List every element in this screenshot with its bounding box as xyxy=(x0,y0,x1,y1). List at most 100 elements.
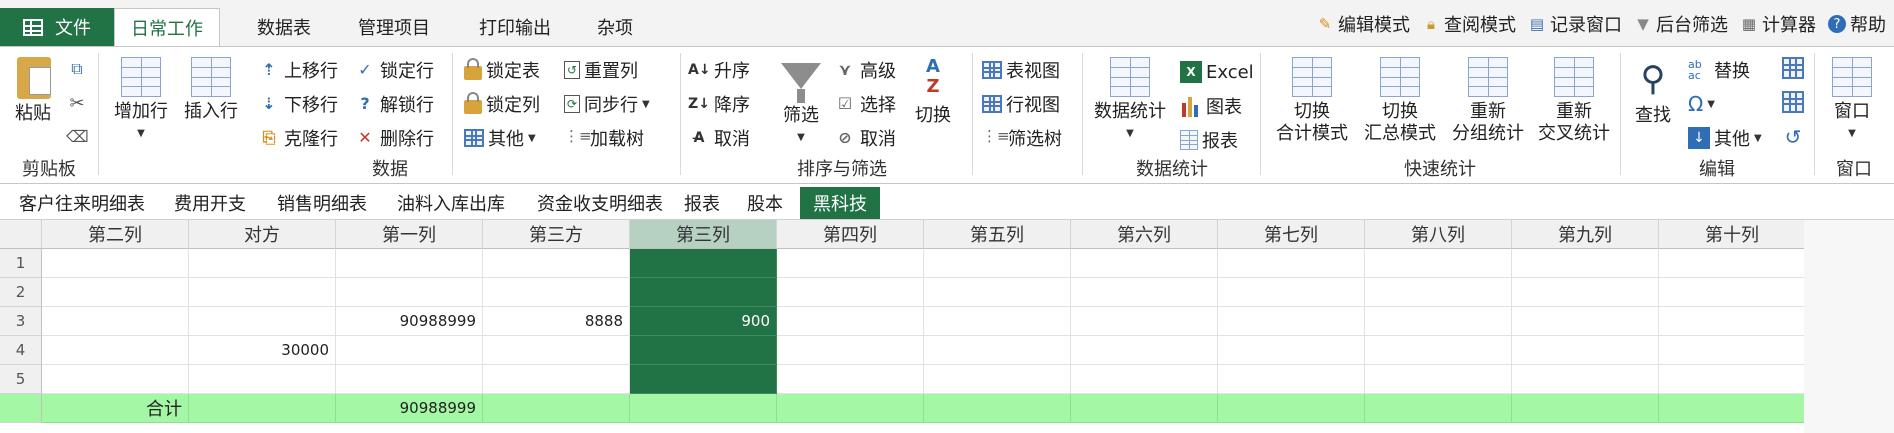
table-cell[interactable] xyxy=(1218,307,1365,336)
sheet-tab-fuel-inout[interactable]: 油料入库出库 xyxy=(384,187,518,219)
table-cell[interactable] xyxy=(1071,249,1218,278)
table-cell[interactable] xyxy=(189,278,336,307)
table-cell[interactable] xyxy=(42,365,189,394)
copy-icon[interactable]: ⧉ xyxy=(66,59,88,81)
table-cell[interactable] xyxy=(189,249,336,278)
unlock-row-button[interactable]: ? 解锁行 xyxy=(354,89,434,119)
table-cell[interactable] xyxy=(1512,336,1659,365)
sort-ascending-button[interactable]: A↓ 升序 xyxy=(688,55,750,85)
regroup-statistics-button[interactable]: 重新 分组统计 xyxy=(1446,57,1530,145)
table-cell[interactable] xyxy=(1659,365,1806,394)
table-cell[interactable] xyxy=(1071,278,1218,307)
sheet-tab-cashflow-detail[interactable]: 资金收支明细表 xyxy=(522,187,678,219)
table-cell[interactable] xyxy=(1218,336,1365,365)
background-filter-button[interactable]: ▼ 后台筛选 xyxy=(1634,11,1728,37)
table-cell[interactable] xyxy=(1365,249,1512,278)
other-data-button[interactable]: 其他 ▼ xyxy=(464,123,536,153)
sheet-tab-report[interactable]: 报表 xyxy=(680,187,724,219)
sort-descending-button[interactable]: Z↓ 降序 xyxy=(688,89,750,119)
select-filter-button[interactable]: ☑ 选择 xyxy=(834,89,896,119)
table-cell[interactable] xyxy=(189,365,336,394)
switch-filter-button[interactable]: AZ 切换 xyxy=(908,57,958,127)
table-cell[interactable] xyxy=(1218,278,1365,307)
table-cell[interactable] xyxy=(777,249,924,278)
grid-corner[interactable] xyxy=(0,220,42,249)
table-cell[interactable] xyxy=(189,307,336,336)
chart-button[interactable]: 图表 xyxy=(1180,91,1242,121)
table-cell[interactable] xyxy=(336,365,483,394)
table-cell[interactable] xyxy=(777,278,924,307)
table-cell[interactable] xyxy=(42,278,189,307)
sheet-tab-black-tech[interactable]: 黑科技 xyxy=(800,187,880,219)
delete-row-button[interactable]: ✕ 删除行 xyxy=(354,123,434,153)
column-header[interactable]: 第九列 xyxy=(1512,220,1659,249)
row-header[interactable]: 2 xyxy=(0,278,42,307)
column-header[interactable]: 第十列 xyxy=(1659,220,1806,249)
column-header[interactable]: 第三列 xyxy=(630,220,777,249)
table-cell[interactable] xyxy=(1512,307,1659,336)
record-window-button[interactable]: ▤ 记录窗口 xyxy=(1528,11,1622,37)
sheet-tab-sales-detail[interactable]: 销售明细表 xyxy=(264,187,380,219)
table-cell[interactable] xyxy=(336,278,483,307)
table-cell[interactable] xyxy=(483,249,630,278)
symbol-button[interactable]: Ω ▼ xyxy=(1688,89,1715,119)
edit-mode-button[interactable]: ✎ 编辑模式 xyxy=(1316,11,1410,37)
table-cell[interactable]: 30000 xyxy=(189,336,336,365)
table-cell[interactable] xyxy=(42,307,189,336)
table-cell[interactable] xyxy=(1218,249,1365,278)
tab-print-output[interactable]: 打印输出 xyxy=(462,8,568,46)
lock-table-button[interactable]: 锁定表 xyxy=(464,55,540,85)
sheet-tab-customer-ledger[interactable]: 客户往来明细表 xyxy=(4,187,160,219)
read-mode-button[interactable]: 🔒︎ 查阅模式 xyxy=(1422,11,1516,37)
calculator-button[interactable]: ▦ 计算器 xyxy=(1740,11,1816,37)
column-header[interactable]: 第二列 xyxy=(42,220,189,249)
tab-misc[interactable]: 杂项 xyxy=(580,8,650,46)
window-button[interactable]: 窗口 ▼ xyxy=(1822,57,1882,145)
column-header[interactable]: 第一列 xyxy=(336,220,483,249)
column-header[interactable]: 第四列 xyxy=(777,220,924,249)
table-view-button[interactable]: 表视图 xyxy=(982,55,1060,85)
filter-button[interactable]: 筛选 ▼ xyxy=(776,57,826,149)
file-menu-button[interactable]: 文件 xyxy=(0,8,114,46)
table-cell[interactable] xyxy=(777,307,924,336)
table-cell[interactable] xyxy=(1071,336,1218,365)
lock-column-button[interactable]: 锁定列 xyxy=(464,89,540,119)
table-cell[interactable] xyxy=(1659,278,1806,307)
sheet-tab-expenses[interactable]: 费用开支 xyxy=(164,187,256,219)
help-button[interactable]: ? 帮助 xyxy=(1828,11,1886,37)
table-cell[interactable] xyxy=(924,278,1071,307)
table-cell[interactable] xyxy=(336,249,483,278)
table-cell[interactable] xyxy=(483,336,630,365)
refresh-icon[interactable]: ↺ xyxy=(1782,125,1804,149)
grid-icon[interactable] xyxy=(1782,91,1804,113)
column-header[interactable]: 第五列 xyxy=(924,220,1071,249)
table-cell[interactable] xyxy=(1659,307,1806,336)
table-cell[interactable] xyxy=(924,307,1071,336)
report-button[interactable]: 报表 xyxy=(1180,125,1238,155)
table-cell[interactable] xyxy=(1512,249,1659,278)
move-up-button[interactable]: ⇡ 上移行 xyxy=(258,55,338,85)
table-cell[interactable] xyxy=(1512,365,1659,394)
table-cell[interactable] xyxy=(1365,278,1512,307)
table-cell[interactable] xyxy=(777,336,924,365)
add-row-button[interactable]: 增加行 ▼ xyxy=(110,57,172,145)
insert-row-button[interactable]: 插入行 xyxy=(180,57,242,123)
table-cell[interactable] xyxy=(630,336,777,365)
row-header[interactable]: 5 xyxy=(0,365,42,394)
table-cell[interactable] xyxy=(1365,307,1512,336)
table-cell[interactable] xyxy=(483,365,630,394)
cancel-filter-button[interactable]: ⊘ 取消 xyxy=(834,123,896,153)
column-header[interactable]: 第三方 xyxy=(483,220,630,249)
paste-button[interactable]: 粘贴 xyxy=(8,57,58,125)
excel-button[interactable]: X Excel xyxy=(1180,57,1254,87)
column-header[interactable]: 第六列 xyxy=(1071,220,1218,249)
row-view-button[interactable]: 行视图 xyxy=(982,89,1060,119)
table-cell[interactable] xyxy=(1071,365,1218,394)
find-button[interactable]: ⚲ 查找 xyxy=(1626,57,1680,127)
tab-daily-work[interactable]: 日常工作 xyxy=(114,8,220,46)
table-cell[interactable] xyxy=(924,249,1071,278)
table-cell[interactable] xyxy=(630,249,777,278)
table-cell[interactable] xyxy=(42,336,189,365)
table-cell[interactable] xyxy=(1071,307,1218,336)
move-down-button[interactable]: ⇣ 下移行 xyxy=(258,89,338,119)
